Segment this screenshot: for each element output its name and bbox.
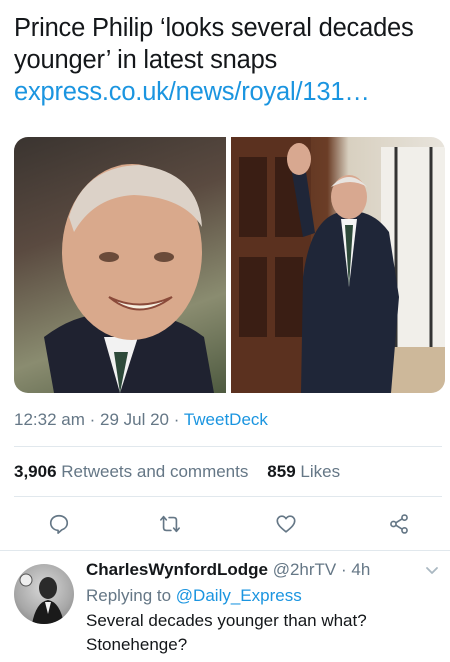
- tweet-media[interactable]: [14, 137, 445, 393]
- avatar[interactable]: [14, 564, 74, 624]
- reply-handle[interactable]: @2hrTV: [273, 560, 337, 579]
- replying-prefix: Replying to: [86, 586, 172, 605]
- comment-button[interactable]: [42, 507, 76, 541]
- divider: [14, 496, 442, 497]
- reply-separator: ·: [336, 560, 352, 579]
- retweets-stat[interactable]: 3,906 Retweets and comments: [14, 462, 248, 481]
- likes-stat[interactable]: 859 Likes: [267, 462, 340, 481]
- action-bar: [0, 507, 450, 541]
- tweet-body: Prince Philip ‘looks several decades you…: [14, 14, 414, 74]
- reply-time[interactable]: 4h: [351, 560, 370, 579]
- retweet-button[interactable]: [153, 507, 187, 541]
- tweet-time[interactable]: 12:32 am: [14, 410, 85, 429]
- replying-mention[interactable]: @Daily_Express: [176, 586, 302, 605]
- divider: [14, 446, 442, 447]
- tweet-meta: 12:32 am · 29 Jul 20 · TweetDeck: [14, 410, 268, 430]
- meta-separator: ·: [169, 410, 184, 429]
- avatar-illustration: [19, 573, 64, 624]
- reply-header: CharlesWynfordLodge @2hrTV · 4h: [86, 560, 436, 580]
- meta-separator: ·: [84, 410, 100, 429]
- waving-illustration: [231, 137, 445, 393]
- tweet-link[interactable]: express.co.uk/news/royal/131…: [14, 76, 439, 108]
- retweets-label: Retweets and comments: [61, 462, 249, 481]
- photo-prince-smiling[interactable]: [14, 137, 226, 393]
- portrait-illustration: [44, 164, 214, 393]
- retweets-count: 3,906: [14, 462, 57, 481]
- comment-icon: [49, 514, 69, 534]
- reply-display-name[interactable]: CharlesWynfordLodge: [86, 560, 268, 579]
- chevron-down-icon: [426, 567, 438, 574]
- reply-menu-button[interactable]: [424, 562, 440, 583]
- retweet-icon: [160, 515, 180, 533]
- divider: [0, 550, 450, 551]
- tweet-text: Prince Philip ‘looks several decades you…: [14, 12, 439, 108]
- likes-count: 859: [267, 462, 296, 481]
- like-button[interactable]: [269, 507, 303, 541]
- replying-to: Replying to @Daily_Express: [86, 586, 436, 606]
- reply-tweet[interactable]: CharlesWynfordLodge @2hrTV · 4h Replying…: [14, 556, 444, 662]
- tweet-date[interactable]: 29 Jul 20: [100, 410, 169, 429]
- reply-text: Several decades younger than what? Stone…: [86, 611, 367, 654]
- share-icon: [390, 514, 408, 534]
- reply-body: CharlesWynfordLodge @2hrTV · 4h Replying…: [86, 560, 436, 657]
- tweet-source[interactable]: TweetDeck: [184, 410, 268, 429]
- tweet-stats: 3,906 Retweets and comments 859 Likes: [14, 462, 340, 482]
- photo-prince-waving[interactable]: [231, 137, 445, 393]
- share-button[interactable]: [382, 507, 416, 541]
- like-icon: [276, 515, 296, 533]
- likes-label: Likes: [300, 462, 341, 481]
